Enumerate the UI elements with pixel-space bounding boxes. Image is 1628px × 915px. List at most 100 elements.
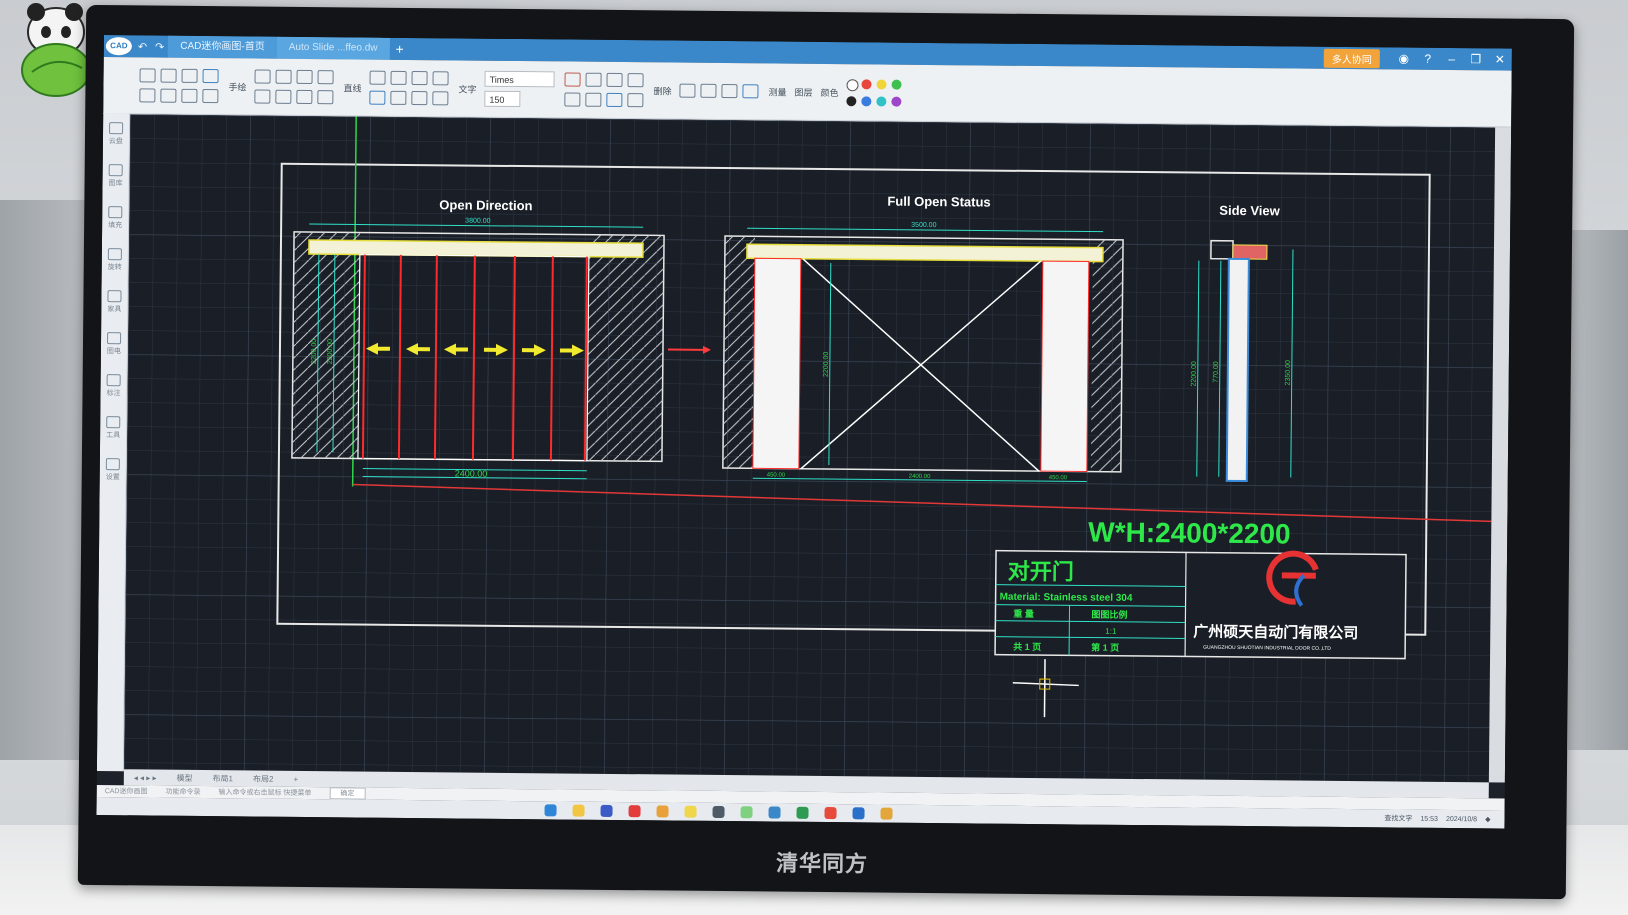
font-size-select[interactable]: 150: [484, 90, 521, 108]
text-icon[interactable]: [432, 91, 449, 106]
sheet-tab-model[interactable]: 模型: [177, 772, 193, 783]
app-logo-icon[interactable]: CAD: [104, 35, 134, 57]
font-family-select[interactable]: Times: [484, 70, 555, 88]
close-button[interactable]: ✕: [1488, 52, 1512, 66]
tab-home[interactable]: CAD迷你画图-首页: [168, 35, 277, 59]
color-red-swatch[interactable]: [861, 78, 872, 89]
left-tool-electric[interactable]: 图电: [101, 323, 127, 365]
skin-icon[interactable]: ◉: [1392, 51, 1416, 65]
maximize-button[interactable]: ❐: [1464, 52, 1488, 66]
ribbon-label-line: 直线: [343, 82, 362, 94]
app-blue-icon[interactable]: [852, 807, 865, 820]
color-yellow-swatch[interactable]: [876, 78, 887, 90]
trim-icon[interactable]: [369, 70, 386, 85]
color-white-swatch[interactable]: [846, 78, 859, 91]
fillet-icon[interactable]: [432, 71, 449, 86]
ellipse-icon[interactable]: [296, 89, 313, 105]
pan-hand-icon[interactable]: [202, 68, 219, 84]
command-input[interactable]: 输入命令或右击鼠标 快捷菜单: [218, 787, 311, 798]
total-sheets-label: 共 1 页: [1013, 641, 1041, 652]
new-tab-button[interactable]: +: [395, 41, 403, 57]
tab-drawing-file[interactable]: Auto Slide ...ffeo.dw: [276, 36, 390, 60]
open-file-icon[interactable]: [139, 68, 156, 83]
undo-icon[interactable]: ↶: [138, 40, 147, 53]
minimize-button[interactable]: –: [1440, 52, 1464, 66]
arc-icon[interactable]: [296, 69, 313, 85]
color-black-swatch[interactable]: [846, 95, 857, 106]
copy-icon[interactable]: [585, 72, 602, 87]
line-icon[interactable]: [254, 69, 271, 84]
left-tool-annotate[interactable]: 标注: [100, 365, 126, 407]
notification-icon[interactable]: ◆: [1485, 815, 1490, 823]
help-icon[interactable]: ?: [1416, 52, 1440, 66]
ribbon-group-edit: [564, 72, 644, 108]
wechat-icon[interactable]: [740, 806, 753, 819]
left-tool-tools[interactable]: 工具: [100, 407, 126, 449]
store-icon[interactable]: [600, 804, 613, 817]
collaboration-button[interactable]: 多人协同: [1323, 48, 1380, 68]
table-icon[interactable]: [721, 83, 738, 99]
sheet-tab-layout1[interactable]: 布局1: [213, 773, 234, 784]
dim-od-height-2: 2200.00: [327, 339, 334, 364]
left-tool-library[interactable]: 图库: [102, 155, 128, 197]
dim-od-top: 3800.00: [465, 218, 490, 225]
color-blue-swatch[interactable]: [861, 95, 872, 106]
polyline-icon[interactable]: [275, 69, 292, 84]
app-folder-icon[interactable]: [880, 807, 893, 820]
left-tool-furniture[interactable]: 家具: [101, 281, 127, 323]
redo-icon[interactable]: ↷: [155, 40, 164, 53]
sheet-tab-layout2[interactable]: 布局2: [253, 773, 274, 784]
excel-icon[interactable]: [796, 806, 809, 819]
offset-icon[interactable]: [411, 71, 428, 86]
mirror-icon[interactable]: [606, 92, 623, 108]
sheet-nav-icon[interactable]: ◂ ◂ ▸ ▸: [134, 773, 157, 782]
measure-icon[interactable]: [679, 83, 696, 98]
zoom-icon[interactable]: [202, 88, 219, 104]
spline-icon[interactable]: [317, 90, 334, 105]
polygon-icon[interactable]: [275, 89, 292, 104]
dimension-icon[interactable]: [411, 91, 428, 106]
extend-icon[interactable]: [390, 70, 407, 85]
left-tool-cloud[interactable]: 云盘: [103, 113, 129, 155]
cut-icon[interactable]: [606, 72, 623, 88]
color-green-swatch[interactable]: [891, 79, 902, 90]
search-label[interactable]: 查找文字: [1384, 813, 1412, 823]
left-tool-settings[interactable]: 设置: [100, 449, 126, 491]
move-icon[interactable]: [564, 92, 581, 107]
color-cyan-swatch[interactable]: [876, 95, 887, 107]
app-swirl-icon[interactable]: [824, 807, 837, 820]
hatch-icon[interactable]: [390, 90, 407, 105]
array-icon[interactable]: [627, 93, 644, 108]
chrome-icon[interactable]: [684, 805, 697, 818]
left-tool-fill[interactable]: 填充: [102, 197, 128, 239]
clock-date[interactable]: 2024/10/8: [1446, 815, 1477, 822]
block-icon[interactable]: [369, 90, 386, 105]
left-tool-rotate[interactable]: 旋转: [102, 239, 128, 281]
area-icon[interactable]: [700, 83, 717, 98]
layer-icon[interactable]: [742, 84, 759, 99]
add-sheet-icon[interactable]: +: [293, 774, 298, 783]
delete-icon[interactable]: [564, 72, 581, 87]
rectangle-icon[interactable]: [254, 89, 271, 104]
drawing-canvas[interactable]: Open Direction 3800.00 2200.00 2200.00 2…: [123, 114, 1496, 783]
save-icon[interactable]: [160, 68, 177, 83]
export-icon[interactable]: [160, 88, 177, 103]
paste-icon[interactable]: [627, 73, 644, 88]
import-icon[interactable]: [181, 88, 198, 103]
save-as-icon[interactable]: [181, 68, 198, 83]
cad-taskbar-icon[interactable]: [768, 806, 781, 819]
company-name-en: GUANGZHOU SHUOTIAN INDUSTRIAL DOOR CO.,L…: [1203, 645, 1331, 652]
start-menu-icon[interactable]: [544, 804, 557, 817]
app-red-icon[interactable]: [628, 805, 641, 818]
print-icon[interactable]: [139, 88, 156, 103]
dim-sv-h1: 2200.00: [1191, 361, 1198, 386]
clock-time[interactable]: 15:53: [1420, 815, 1438, 822]
rotate-icon[interactable]: [585, 92, 602, 107]
photos-icon[interactable]: [712, 805, 725, 819]
screen: CAD ↶ ↷ CAD迷你画图-首页 Auto Slide ...ffeo.dw…: [96, 35, 1512, 829]
circle-icon[interactable]: [317, 70, 334, 85]
confirm-button[interactable]: 确定: [329, 787, 366, 800]
color-purple-swatch[interactable]: [891, 96, 902, 107]
file-explorer-icon[interactable]: [572, 804, 585, 817]
browser-icon[interactable]: [656, 805, 669, 818]
